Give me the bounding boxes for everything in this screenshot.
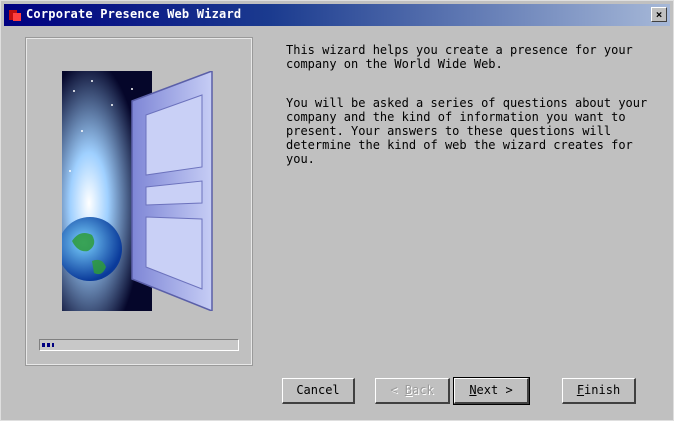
cancel-button[interactable]: Cancel <box>282 378 355 404</box>
finish-label: inish <box>584 383 621 397</box>
close-icon: × <box>655 8 663 21</box>
back-prefix: < <box>390 383 405 397</box>
wizard-instructions-text: You will be asked a series of questions … <box>286 96 648 166</box>
back-mnemonic: B <box>404 383 412 397</box>
back-button[interactable]: < Back <box>375 378 450 404</box>
open-door-globe-illustration <box>62 71 213 311</box>
progress-bar <box>39 339 239 351</box>
window-title: Corporate Presence Web Wizard <box>26 7 242 21</box>
finish-mnemonic: F <box>576 383 585 397</box>
cancel-label: Cancel <box>296 383 340 397</box>
close-button[interactable]: × <box>651 7 667 22</box>
illustration-panel <box>25 37 253 366</box>
app-icon <box>9 10 21 21</box>
next-mnemonic: N <box>469 383 477 397</box>
title-bar[interactable]: Corporate Presence Web Wizard × <box>4 4 670 26</box>
next-label: ext > <box>476 383 513 397</box>
wizard-window: Corporate Presence Web Wizard × This wiz… <box>0 0 674 421</box>
wizard-intro-text: This wizard helps you create a presence … <box>286 43 633 71</box>
back-label: ack <box>412 383 434 397</box>
finish-button[interactable]: Finish <box>562 378 636 404</box>
next-button[interactable]: Next > <box>453 377 530 405</box>
progress-fill <box>42 343 54 347</box>
